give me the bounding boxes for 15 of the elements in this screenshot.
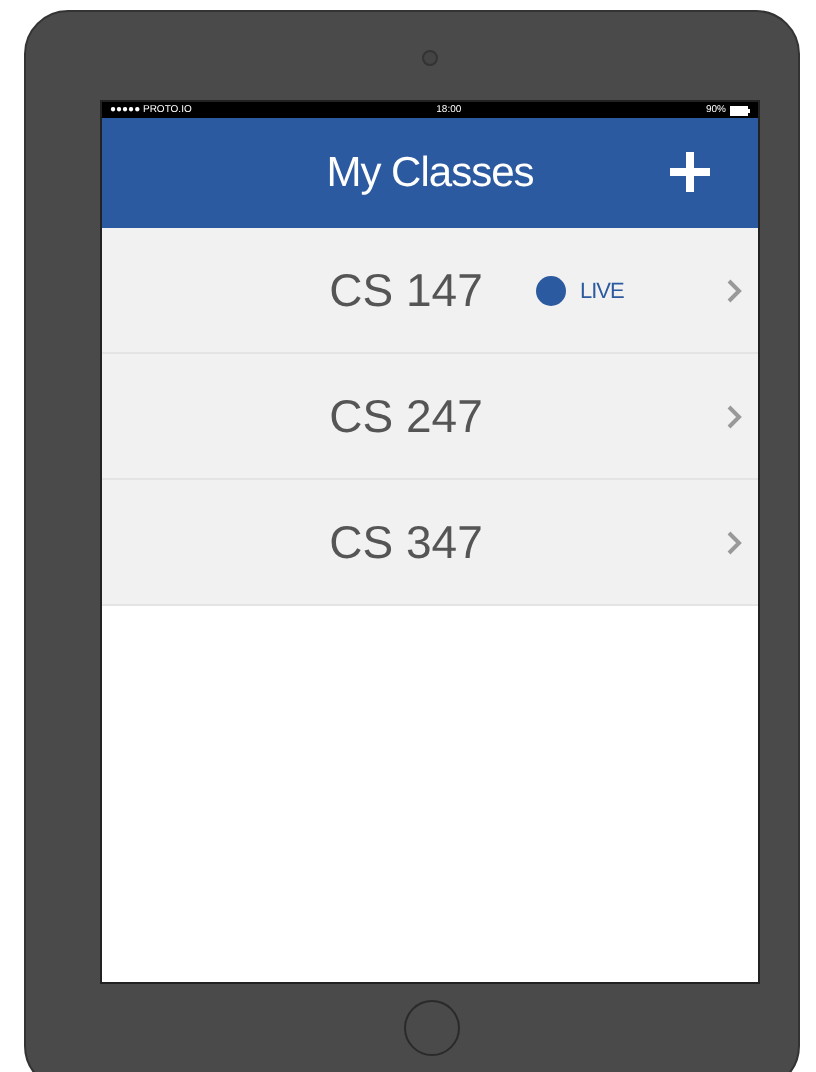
chevron-icon bbox=[726, 530, 742, 556]
chevron-icon bbox=[726, 404, 742, 430]
class-row[interactable]: CS 147 LIVE bbox=[102, 228, 758, 354]
class-name: CS 247 bbox=[329, 389, 483, 443]
live-label: LIVE bbox=[580, 279, 624, 303]
chevron-icon bbox=[726, 278, 742, 304]
add-button[interactable] bbox=[668, 150, 712, 194]
page-title: My Classes bbox=[326, 149, 534, 197]
class-row[interactable]: CS 347 bbox=[102, 480, 758, 606]
class-name: CS 347 bbox=[329, 515, 483, 569]
class-row[interactable]: CS 247 bbox=[102, 354, 758, 480]
add-icon bbox=[668, 150, 712, 194]
class-name: CS 147 bbox=[329, 263, 483, 317]
battery-icon bbox=[729, 105, 750, 115]
camera-icon bbox=[422, 50, 438, 66]
